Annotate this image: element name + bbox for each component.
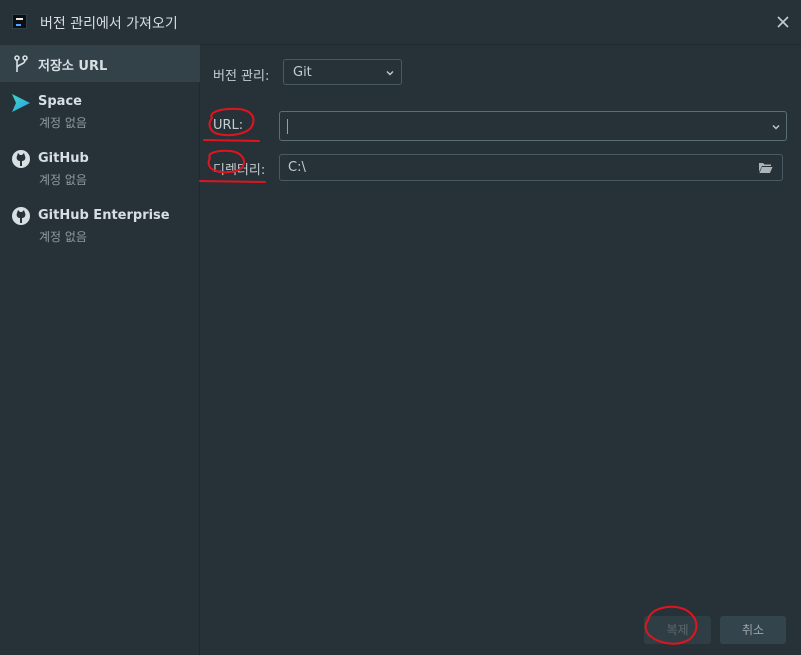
- close-icon[interactable]: [775, 14, 791, 30]
- space-icon: [12, 94, 30, 112]
- vcs-select[interactable]: Git: [283, 59, 402, 85]
- sidebar-item-space[interactable]: Space 계정 없음: [0, 88, 200, 138]
- sidebar-item-github-enterprise[interactable]: GitHub Enterprise 계정 없음: [0, 202, 200, 252]
- sidebar-item-label: 저장소 URL: [38, 59, 108, 74]
- sidebar-item-sublabel: 계정 없음: [39, 173, 87, 187]
- sidebar: 저장소 URL Space 계정 없음 GitHub 계정 없음 GitHub …: [0, 44, 200, 655]
- title-bar: 버전 관리에서 가져오기: [0, 0, 801, 45]
- folder-icon[interactable]: [758, 161, 773, 174]
- sidebar-item-label: Space: [38, 94, 82, 109]
- text-caret: [287, 119, 288, 134]
- directory-label: 디렉터리:: [213, 163, 266, 178]
- window-title: 버전 관리에서 가져오기: [40, 16, 178, 32]
- intellij-app-icon: [12, 14, 27, 29]
- cancel-button[interactable]: 취소: [720, 616, 786, 644]
- clone-button[interactable]: 복제: [644, 616, 711, 644]
- sidebar-item-sublabel: 계정 없음: [39, 230, 87, 244]
- vcs-label: 버전 관리:: [213, 69, 270, 84]
- sidebar-item-sublabel: 계정 없음: [39, 116, 87, 130]
- chevron-down-icon[interactable]: [771, 122, 781, 132]
- branch-icon: [14, 55, 28, 72]
- sidebar-item-repository-url[interactable]: 저장소 URL: [0, 45, 200, 82]
- vcs-value: Git: [293, 65, 312, 80]
- url-label: URL:: [213, 118, 244, 133]
- directory-input[interactable]: C:\: [279, 154, 783, 181]
- chevron-down-icon: [386, 71, 394, 76]
- main-panel: 버전 관리: Git URL: 디렉터리: C:\ 복제 취소: [201, 44, 801, 655]
- sidebar-item-label: GitHub Enterprise: [38, 208, 170, 223]
- sidebar-item-label: GitHub: [38, 151, 89, 166]
- sidebar-item-github[interactable]: GitHub 계정 없음: [0, 145, 200, 195]
- url-input[interactable]: [279, 111, 787, 141]
- github-icon: [12, 150, 30, 168]
- directory-value: C:\: [288, 160, 306, 175]
- github-icon: [12, 207, 30, 225]
